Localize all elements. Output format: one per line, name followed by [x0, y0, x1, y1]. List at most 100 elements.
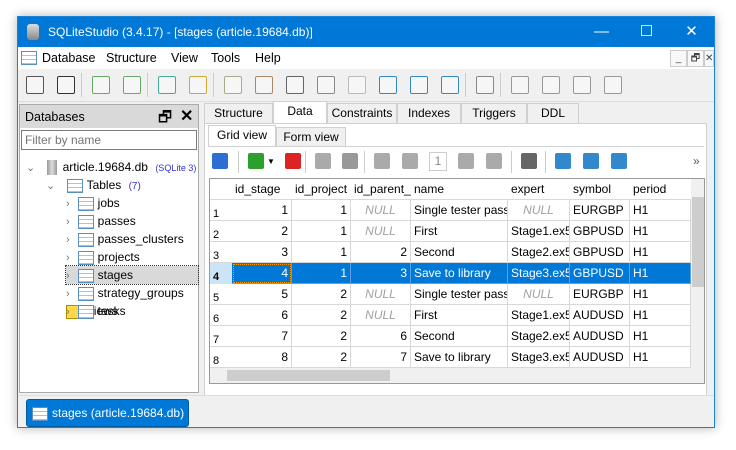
tree-item-database[interactable]: ⌄ article.19684.db (SQLite 3) [26, 158, 196, 176]
cell-symbol[interactable]: GBPUSD [570, 221, 630, 242]
cell-expert[interactable]: Stage2.ex5 [508, 326, 570, 347]
cell-id_parent[interactable]: 6 [351, 326, 411, 347]
expand-columns-icon[interactable] [555, 153, 571, 169]
next-page-icon[interactable] [458, 153, 474, 169]
dropdown-arrow-icon[interactable]: ▼ [267, 157, 275, 166]
chevron-right-icon[interactable]: › [66, 198, 70, 210]
disconnect-icon[interactable] [57, 76, 75, 94]
cell-id_parent[interactable]: 2 [351, 242, 411, 263]
cell-id_project[interactable]: 2 [292, 284, 351, 305]
cell-name[interactable]: Second [411, 326, 508, 347]
chevron-right-icon[interactable]: › [66, 216, 70, 228]
last-page-icon[interactable] [486, 153, 502, 169]
menu-tools[interactable]: Tools [211, 51, 240, 65]
tab-ddl[interactable]: DDL [527, 103, 579, 123]
subtab-form-view[interactable]: Form view [276, 127, 346, 146]
sql-editor-icon[interactable] [224, 76, 242, 94]
tab-structure[interactable]: Structure [204, 103, 273, 123]
cell-expert[interactable]: Stage3.ex5 [508, 347, 570, 368]
filter-input[interactable] [21, 130, 197, 150]
add-database-icon[interactable] [92, 76, 110, 94]
cell-id_stage[interactable]: 6 [232, 305, 292, 326]
cell-id_parent[interactable]: NULL [351, 200, 411, 221]
table-row[interactable]: 6 6 2 NULL First Stage1.ex5 AUDUSD H1 [210, 305, 691, 326]
cell-id_stage[interactable]: 2 [232, 221, 292, 242]
expand-icon[interactable] [441, 76, 459, 94]
table-row[interactable]: 3 3 1 2 Second Stage2.ex5 GBPUSD H1 [210, 242, 691, 263]
chevron-right-icon[interactable]: › [66, 252, 70, 264]
tab-triggers[interactable]: Triggers [461, 103, 527, 123]
cell-id_project[interactable]: 1 [292, 242, 351, 263]
horizontal-scrollbar-thumb[interactable] [227, 370, 390, 381]
cell-id_stage[interactable]: 1 [232, 200, 292, 221]
cell-name[interactable]: Single tester pass [411, 200, 508, 221]
tree-item-table[interactable]: › jobs [66, 194, 120, 212]
cell-symbol[interactable]: GBPUSD [570, 263, 630, 284]
column-header-id_project[interactable]: id_project [292, 179, 351, 200]
delete-row-icon[interactable] [285, 153, 301, 169]
mdi-close-button[interactable]: ✕ [704, 50, 714, 67]
table-row[interactable]: 8 8 2 7 Save to library Stage3.ex5 AUDUSD H1 [210, 347, 691, 368]
tile-vertical-icon[interactable] [542, 76, 560, 94]
add-row-icon[interactable] [248, 153, 264, 169]
tree-item-table[interactable]: › tasks [66, 302, 126, 320]
cell-id_stage[interactable]: 3 [232, 242, 292, 263]
create-table-icon[interactable] [158, 76, 176, 94]
cell-period[interactable]: H1 [630, 263, 691, 284]
table-row[interactable]: 1 1 1 NULL Single tester pass NULL EURGBP H1 [210, 200, 691, 221]
previous-page-icon[interactable] [402, 153, 418, 169]
column-header-id_stage[interactable]: id_stage [232, 179, 292, 200]
cell-name[interactable]: Save to library [411, 263, 508, 284]
cell-id_parent[interactable]: NULL [351, 221, 411, 242]
commit-icon[interactable] [315, 153, 331, 169]
mdi-minimize-button[interactable]: _ [670, 50, 687, 67]
more-tools-button[interactable]: » [693, 154, 700, 168]
cell-period[interactable]: H1 [630, 200, 691, 221]
cell-name[interactable]: Second [411, 242, 508, 263]
cell-symbol[interactable]: GBPUSD [570, 242, 630, 263]
cell-symbol[interactable]: AUDUSD [570, 305, 630, 326]
float-icon[interactable]: 🗗 [158, 107, 172, 132]
cell-expert[interactable]: Stage1.ex5 [508, 221, 570, 242]
cell-name[interactable]: First [411, 305, 508, 326]
cell-id_project[interactable]: 2 [292, 326, 351, 347]
cell-id_project[interactable]: 2 [292, 347, 351, 368]
tab-indexes[interactable]: Indexes [397, 103, 461, 123]
cell-id_project[interactable]: 2 [292, 305, 351, 326]
column-header-symbol[interactable]: symbol [570, 179, 630, 200]
cascade-icon[interactable] [604, 76, 622, 94]
cell-expert[interactable]: Stage3.ex5 [508, 263, 570, 284]
cell-name[interactable]: First [411, 221, 508, 242]
table-row[interactable]: 7 7 2 6 Second Stage2.ex5 AUDUSD H1 [210, 326, 691, 347]
tree-item-table[interactable]: › stages [65, 265, 199, 285]
export-icon[interactable] [410, 76, 428, 94]
cell-id_stage[interactable]: 4 [232, 263, 292, 284]
cell-name[interactable]: Save to library [411, 347, 508, 368]
cell-period[interactable]: H1 [630, 221, 691, 242]
tab-constraints[interactable]: Constraints [327, 103, 397, 123]
ddl-history-icon[interactable] [255, 76, 273, 94]
tree-item-table[interactable]: › strategy_groups [66, 284, 184, 302]
cell-id_project[interactable]: 1 [292, 263, 351, 284]
refresh-database-icon[interactable] [123, 76, 141, 94]
cell-expert[interactable]: Stage1.ex5 [508, 305, 570, 326]
print-icon[interactable] [521, 153, 537, 169]
cell-id_parent[interactable]: NULL [351, 284, 411, 305]
chevron-right-icon[interactable]: › [66, 306, 70, 318]
window-button-stages[interactable]: stages (article.19684.db) [26, 399, 189, 427]
chevron-down-icon[interactable]: ⌄ [46, 180, 55, 192]
cell-symbol[interactable]: EURGBP [570, 200, 630, 221]
minimize-button[interactable]: — [579, 17, 624, 47]
cell-symbol[interactable]: EURGBP [570, 284, 630, 305]
cell-id_parent[interactable]: 3 [351, 263, 411, 284]
close-button[interactable]: ✕ [669, 17, 714, 47]
menu-view[interactable]: View [171, 51, 198, 65]
cell-id_project[interactable]: 1 [292, 221, 351, 242]
cell-period[interactable]: H1 [630, 242, 691, 263]
tree-item-tables[interactable]: ⌄ Tables (7) [46, 176, 141, 194]
cell-period[interactable]: H1 [630, 284, 691, 305]
tile-icon[interactable] [511, 76, 529, 94]
cell-id_stage[interactable]: 8 [232, 347, 292, 368]
cell-period[interactable]: H1 [630, 305, 691, 326]
fit-columns-icon[interactable] [583, 153, 599, 169]
